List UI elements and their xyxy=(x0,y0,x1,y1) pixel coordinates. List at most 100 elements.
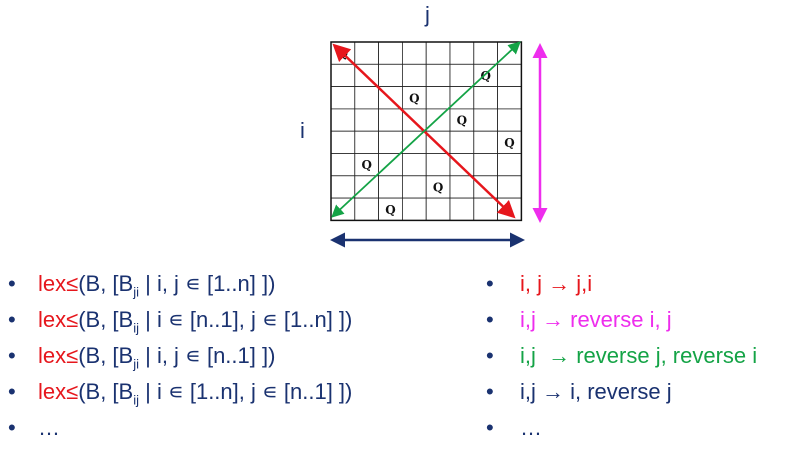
board-cell xyxy=(401,130,427,154)
board-cell xyxy=(378,41,403,65)
board-cell xyxy=(401,175,427,199)
axis-label-j: j xyxy=(425,2,430,27)
board-cell xyxy=(401,41,427,65)
bullet-dot: • xyxy=(486,307,494,332)
ellipsis-text: … xyxy=(38,415,60,440)
board-cell xyxy=(378,108,403,132)
bullet-dot: • xyxy=(8,343,16,368)
board-cell xyxy=(330,86,356,110)
lex-keyword: lex≤ xyxy=(38,307,79,332)
board-cell xyxy=(497,63,522,88)
list-item: • … xyxy=(8,410,352,446)
board-cell xyxy=(425,86,451,110)
bullet-dot: • xyxy=(8,415,16,440)
board-cell xyxy=(401,153,427,177)
board-cell xyxy=(354,41,379,65)
board-cell xyxy=(449,130,475,154)
board-cell xyxy=(449,86,475,110)
board-cell xyxy=(378,153,403,177)
expr-suffix: | i, j ∊ [1..n] ]) xyxy=(139,271,276,296)
chessboard-diagram: QQQQQQQQ xyxy=(330,41,548,248)
board-cell xyxy=(425,130,451,154)
bullet-dot: • xyxy=(8,271,16,296)
board-cell xyxy=(425,153,451,177)
board-cell xyxy=(330,63,356,88)
list-item: • i,j → i, reverse j xyxy=(486,374,757,410)
board-cell xyxy=(425,197,451,221)
board-cell xyxy=(330,108,356,132)
board-cell xyxy=(401,63,427,88)
expr-prefix: (B, [B xyxy=(78,343,134,368)
board-cell xyxy=(401,197,427,221)
board-cell xyxy=(473,175,498,199)
board-cell xyxy=(449,41,475,65)
list-item: • lex≤(B, [Bji | i, j ∊ [n..1] ]) xyxy=(8,338,352,374)
transform-text: i, j → j,i xyxy=(520,271,593,296)
board-cell xyxy=(473,41,498,65)
lex-keyword: lex≤ xyxy=(38,271,79,296)
expr-suffix: | i ∊ [n..1], j ∊ [1..n] ]) xyxy=(139,307,353,332)
board-cell xyxy=(449,153,475,177)
bullet-dot: • xyxy=(8,379,16,404)
board-cell xyxy=(473,153,498,177)
transform-text: i,j → reverse i, j xyxy=(520,307,672,332)
board-cell xyxy=(354,130,379,154)
queen-piece: Q xyxy=(361,158,371,172)
bullet-dot: • xyxy=(486,271,494,296)
board-cell xyxy=(473,130,498,154)
board-cell xyxy=(378,130,403,154)
board-cell xyxy=(497,108,522,132)
board-cell xyxy=(497,197,522,221)
board-cell xyxy=(354,86,379,110)
expr-suffix: | i, j ∊ [n..1] ]) xyxy=(139,343,276,368)
list-item: • i,j → reverse i, j xyxy=(486,302,757,338)
board-cell xyxy=(497,175,522,199)
ellipsis-text: … xyxy=(520,415,542,440)
board-cell xyxy=(497,86,522,110)
expr-suffix: | i ∊ [1..n], j ∊ [n..1] ]) xyxy=(139,379,353,404)
board-cell xyxy=(425,63,451,88)
left-bullet-list: • lex≤(B, [Bji | i, j ∊ [1..n] ]) • lex≤… xyxy=(8,266,352,446)
board-cell xyxy=(378,175,403,199)
board-cell xyxy=(330,175,356,199)
bullet-dot: • xyxy=(486,343,494,368)
lex-keyword: lex≤ xyxy=(38,343,79,368)
transform-text: i,j → reverse j, reverse i xyxy=(520,343,758,368)
list-item: • i,j → reverse j, reverse i xyxy=(486,338,757,374)
right-bullet-list: • i, j → j,i • i,j → reverse i, j • i,j … xyxy=(486,266,757,446)
board-cell xyxy=(473,197,498,221)
board-cell xyxy=(354,175,379,199)
board-cell xyxy=(330,153,356,177)
board-cell xyxy=(425,41,451,65)
board-cell xyxy=(354,197,379,221)
board-cell xyxy=(354,108,379,132)
queen-piece: Q xyxy=(385,203,395,217)
queen-piece: Q xyxy=(504,136,514,150)
bullet-dot: • xyxy=(486,379,494,404)
board-cell xyxy=(425,108,451,132)
board-cell xyxy=(473,108,498,132)
list-item: • lex≤(B, [Bij | i ∊ [n..1], j ∊ [1..n] … xyxy=(8,302,352,338)
board-cell xyxy=(330,130,356,154)
board-cell xyxy=(449,63,475,88)
expr-prefix: (B, [B xyxy=(78,379,134,404)
transform-text: i,j → i, reverse j xyxy=(520,379,672,404)
bullet-dot: • xyxy=(8,307,16,332)
board-cell xyxy=(473,86,498,110)
bullet-dot: • xyxy=(486,415,494,440)
lex-keyword: lex≤ xyxy=(38,379,79,404)
axis-label-i: i xyxy=(300,118,305,143)
board-cell xyxy=(330,197,356,221)
queen-piece: Q xyxy=(457,114,467,128)
queen-piece: Q xyxy=(409,91,419,105)
board-cell xyxy=(378,63,403,88)
list-item: • i, j → j,i xyxy=(486,266,757,302)
board-cell xyxy=(449,197,475,221)
expr-prefix: (B, [B xyxy=(78,271,134,296)
board-cell xyxy=(497,153,522,177)
expr-prefix: (B, [B xyxy=(78,307,134,332)
list-item: • lex≤(B, [Bji | i, j ∊ [1..n] ]) xyxy=(8,266,352,302)
board-cell xyxy=(497,41,522,65)
list-item: • … xyxy=(486,410,757,446)
board-cell xyxy=(449,175,475,199)
